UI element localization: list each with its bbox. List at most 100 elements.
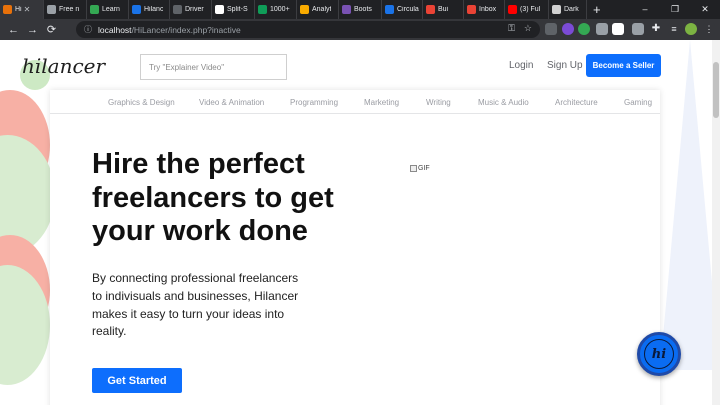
browser-tab[interactable]: Inbox (464, 0, 505, 19)
browser-tab[interactable]: (3) Ful (505, 0, 549, 19)
category-link-gaming[interactable]: Gaming (624, 98, 652, 107)
maximize-icon[interactable]: ❐ (660, 0, 690, 19)
tab-favicon-icon (215, 5, 224, 14)
tab-title: Driver (185, 6, 204, 13)
tab-favicon-icon (426, 5, 435, 14)
signup-link[interactable]: Sign Up (547, 60, 583, 71)
tab-title: 1000+ (270, 6, 290, 13)
tab-favicon-icon (385, 5, 394, 14)
category-link-architecture[interactable]: Architecture (555, 98, 598, 107)
close-tab-icon[interactable]: ✕ (24, 5, 31, 14)
tab-title: Bui (438, 6, 449, 13)
tab-favicon-icon (258, 5, 267, 14)
minimize-icon[interactable]: – (630, 0, 660, 19)
become-seller-button[interactable]: Become a Seller (586, 54, 661, 77)
browser-tab[interactable]: Dark (549, 0, 587, 19)
hero-subtitle-line: to indivisuals and businesses, Hilancer (92, 288, 299, 303)
reading-list-icon[interactable]: ≡ (668, 23, 680, 35)
tab-title: (3) Ful (520, 6, 541, 13)
extension-icon[interactable] (545, 23, 557, 35)
page-viewport: hilancer Login Sign Up Become a Seller G… (0, 40, 712, 405)
browser-tab[interactable]: Driver (170, 0, 212, 19)
hero-subtitle-line: makes it easy to turn your ideas into (92, 306, 285, 321)
search-input[interactable] (140, 54, 287, 80)
tab-title: Dark (564, 6, 579, 13)
forward-arrow-icon[interactable]: → (23, 24, 42, 36)
info-icon[interactable]: ⓘ (84, 24, 92, 35)
tab-title: Inbox (479, 6, 497, 13)
bookmark-star-icon[interactable]: ☆ (524, 23, 532, 34)
url-host: localhost (98, 24, 132, 35)
browser-tab[interactable]: 1000+ (255, 0, 297, 19)
browser-tab[interactable]: Circula (382, 0, 423, 19)
profile-avatar[interactable] (685, 23, 697, 35)
category-link-video-animation[interactable]: Video & Animation (199, 98, 264, 107)
category-link-music-audio[interactable]: Music & Audio (478, 98, 529, 107)
hero-title-line: your work done (92, 215, 308, 247)
extension-icon[interactable] (562, 23, 574, 35)
tab-title: Split-S (227, 6, 248, 13)
reload-icon[interactable]: ⟳ (42, 23, 61, 36)
browser-tab[interactable]: Hi ✕ (0, 0, 44, 19)
category-link-programming[interactable]: Programming (290, 98, 338, 107)
decor-triangle (660, 40, 712, 370)
tab-title: Hilanc (144, 6, 164, 13)
browser-tab[interactable]: Hilanc (129, 0, 170, 19)
tab-title: Free n (59, 6, 80, 13)
address-bar[interactable]: ⓘ localhost /HiLancer/index.php?inactive… (76, 21, 540, 38)
gif-alt-text: GIF (418, 165, 430, 172)
tab-title: Circula (397, 6, 419, 13)
browser-tab[interactable]: Analyt (297, 0, 339, 19)
category-link-graphics-design[interactable]: Graphics & Design (108, 98, 175, 107)
browser-tab[interactable]: Boots (339, 0, 382, 19)
tab-title: Analyt (312, 6, 332, 13)
puzzle-icon[interactable]: ✚ (650, 23, 662, 35)
chat-bubble-button[interactable]: hi (637, 332, 681, 376)
scrollbar-thumb[interactable] (713, 62, 719, 118)
browser-tab-strip: Hi ✕ Free n Learn Hilanc Driver Split-S … (0, 0, 720, 19)
hero-gif-image: GIF (410, 165, 430, 172)
hero-title-line: Hire the perfect (92, 148, 305, 180)
extension-icon[interactable] (578, 23, 590, 35)
browser-tab[interactable]: Bui (423, 0, 464, 19)
tab-favicon-icon (300, 5, 309, 14)
hero-subtitle: By connecting professional freelancers t… (92, 270, 322, 341)
page-scrollbar[interactable] (712, 40, 720, 405)
site-logo[interactable]: hilancer (22, 54, 105, 78)
category-link-writing[interactable]: Writing (426, 98, 451, 107)
hero-subtitle-line: reality. (92, 324, 127, 339)
tab-favicon-icon (3, 5, 12, 14)
close-window-icon[interactable]: ✕ (690, 0, 720, 19)
tab-favicon-icon (508, 5, 517, 14)
back-arrow-icon[interactable]: ← (4, 24, 23, 36)
extension-icon[interactable] (596, 23, 608, 35)
tab-favicon-icon (47, 5, 56, 14)
hero-title: Hire the perfect freelancers to get your… (92, 148, 382, 249)
category-link-marketing[interactable]: Marketing (364, 98, 399, 107)
category-nav: Graphics & Design Video & Animation Prog… (50, 90, 660, 114)
url-path: /HiLancer/index.php?inactive (131, 24, 241, 35)
hero-subtitle-line: By connecting professional freelancers (92, 271, 299, 285)
tab-favicon-icon (552, 5, 561, 14)
browser-tab[interactable]: Free n (44, 0, 87, 19)
browser-tab[interactable]: Learn (87, 0, 129, 19)
extension-icon[interactable] (632, 23, 644, 35)
tab-favicon-icon (90, 5, 99, 14)
hero-title-line: freelancers to get (92, 181, 334, 214)
menu-dots-icon[interactable]: ⋮ (703, 23, 715, 35)
tab-title: Boots (354, 6, 372, 13)
browser-tab[interactable]: Split-S (212, 0, 255, 19)
broken-image-icon (410, 165, 417, 172)
extension-icon[interactable] (612, 23, 624, 35)
tab-favicon-icon (467, 5, 476, 14)
get-started-button[interactable]: Get Started (92, 368, 182, 393)
chat-bubble-label: hi (644, 339, 674, 369)
new-tab-button[interactable]: + (593, 2, 601, 17)
window-controls: – ❐ ✕ (630, 0, 720, 19)
tab-title: Learn (102, 6, 120, 13)
tab-favicon-icon (173, 5, 182, 14)
key-icon[interactable]: ⚿ (508, 23, 515, 34)
tab-favicon-icon (342, 5, 351, 14)
login-link[interactable]: Login (509, 60, 533, 71)
hero-card: Graphics & Design Video & Animation Prog… (50, 90, 660, 405)
